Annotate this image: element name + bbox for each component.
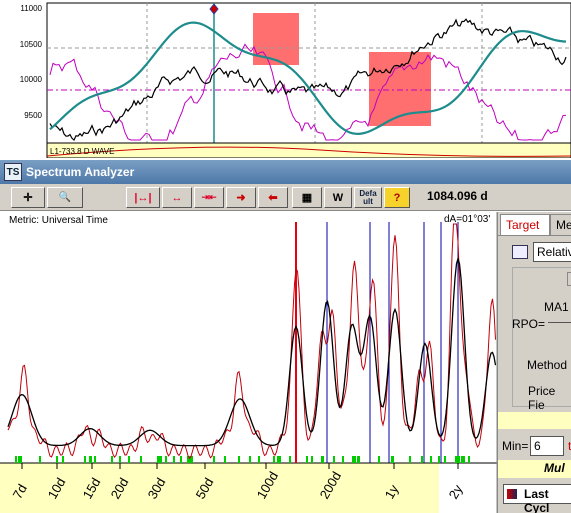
expand-button[interactable]: ↔ [162,187,192,208]
default-icon: Defa ult [359,188,377,206]
period-readout: 1084.096 d [427,189,488,203]
zoom-button[interactable]: 🔍 [47,187,83,208]
spectrum-plot[interactable]: 7d 10d 15d 20d 30d 50d 100d 200d 1y 2y Metric: Un… [0,212,497,513]
wave-label: L1-733.8 D WAVE [50,147,114,156]
qr-button[interactable]: ▦ [292,187,322,208]
grid-icon: ▦ [301,192,313,204]
method-label: Method [527,358,568,372]
panel-yellow-row [498,412,571,429]
magnifier-icon: 🔍 [58,192,72,203]
slider-thumb[interactable] [567,272,571,286]
range-bounds-icon: |↔| [134,191,152,204]
settings-panel: Target Me Relativ MA1 RPO= Method Price … [497,212,571,513]
arrows-out-icon: ↔ [171,191,183,204]
y-tick: 9500 [24,111,42,120]
rpo-slider[interactable] [548,322,571,323]
tab-me[interactable]: Me [550,214,571,235]
contract-button[interactable]: ⇥⇤ [194,187,224,208]
arrows-in-icon: ⇥⇤ [201,192,217,202]
y-tick: 11000 [20,4,42,13]
arrow-right-icon: ➜ [236,192,246,204]
multi-label: Mul [498,460,571,478]
app-root: L1-733.8 D WAVE 11000 10500 10000 9500 T… [0,0,571,513]
min-stepper[interactable]: 6 [530,436,564,456]
app-logo-icon: TS [4,163,22,181]
toolbar: ✛ 🔍 |↔| ↔ ⇥⇤ ➜ ⬅ ▦ W Defa ult ? 1084.096… [0,184,571,211]
help-icon: ? [393,191,401,204]
w-icon: W [332,191,344,204]
price-chart[interactable]: L1-733.8 D WAVE 11000 10500 10000 9500 [0,0,571,158]
axis-band [0,463,439,513]
relative-select[interactable]: Relativ [533,242,571,262]
price-field-label: Price Fie [528,384,556,412]
last-cycle-icon [507,489,517,499]
crosshair-button[interactable]: ✛ [11,187,45,208]
rpo-label: RPO= [512,317,546,331]
w-button[interactable]: W [324,187,352,208]
arrow-left-icon: ⬅ [268,192,278,204]
range-bounds-button[interactable]: |↔| [126,187,160,208]
shift-right-button[interactable]: ➜ [226,187,256,208]
y-tick: 10500 [20,40,43,49]
y-tick: 10000 [20,75,43,84]
window-title: Spectrum Analyzer [26,165,135,179]
default-button[interactable]: Defa ult [354,187,382,208]
window-titlebar[interactable]: TS Spectrum Analyzer [0,160,571,184]
da-label: dA=01°03' [444,214,491,225]
ma1-label: MA1 [544,300,569,314]
calendar-icon[interactable] [512,245,528,259]
help-button[interactable]: ? [384,187,410,208]
crosshair-icon: ✛ [23,192,33,204]
metric-label: Metric: Universal Time [9,215,108,226]
min-label: Min= [502,439,529,453]
price-chart-canvas: L1-733.8 D WAVE 11000 10500 10000 9500 [20,2,571,158]
tab-target[interactable]: Target [500,214,550,235]
shift-left-button[interactable]: ⬅ [258,187,288,208]
spectrum-canvas: 7d 10d 15d 20d 30d 50d 100d 200d 1y 2y [0,212,497,513]
